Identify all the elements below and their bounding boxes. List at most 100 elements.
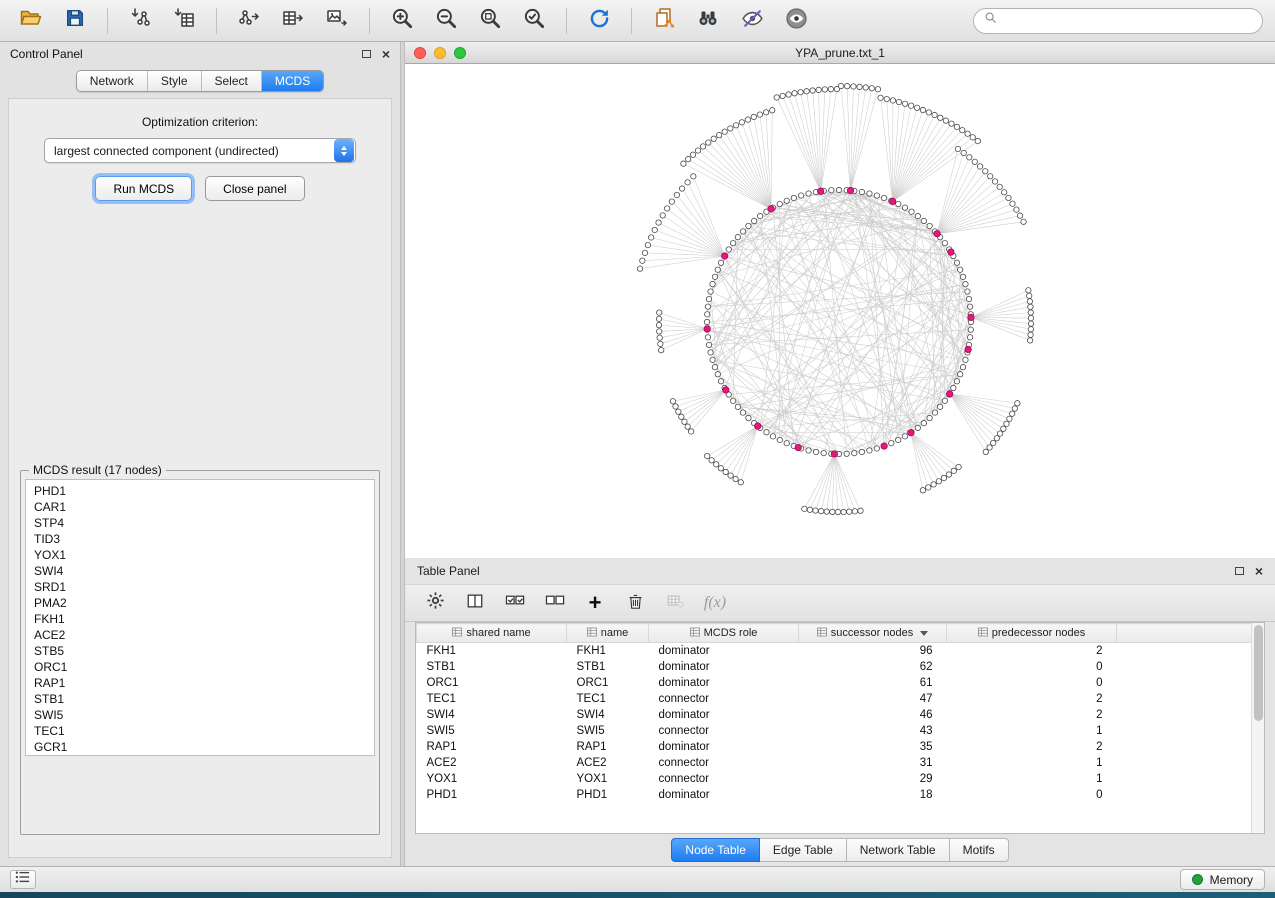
tab-select[interactable]: Select (202, 71, 262, 91)
import-table-button[interactable] (165, 5, 203, 37)
show-columns-button[interactable] (463, 590, 487, 616)
mcds-result-item[interactable]: PHD1 (26, 483, 374, 499)
table-settings-button[interactable] (423, 590, 447, 616)
mcds-result-item[interactable]: TEC1 (26, 723, 374, 739)
close-panel-button[interactable]: Close panel (205, 176, 304, 201)
table-sort-icon (587, 627, 597, 640)
memory-button[interactable]: Memory (1180, 869, 1265, 890)
run-mcds-button[interactable]: Run MCDS (95, 176, 192, 201)
cell-name: FKH1 (567, 643, 649, 659)
mcds-result-item[interactable]: ORC1 (26, 659, 374, 675)
zoom-out-button[interactable] (427, 5, 465, 37)
window-close-traffic-icon[interactable] (414, 47, 426, 59)
table-row[interactable]: SWI4SWI4dominator462 (417, 707, 1264, 723)
toolbar-separator (369, 8, 370, 34)
tab-style[interactable]: Style (148, 71, 202, 91)
mcds-result-item[interactable]: RAP1 (26, 675, 374, 691)
deselect-all-button[interactable] (543, 590, 567, 616)
export-network-button[interactable] (230, 5, 268, 37)
search-input[interactable] (1005, 14, 1252, 28)
close-table-panel-icon[interactable]: × (1255, 566, 1263, 576)
search-box[interactable] (973, 8, 1263, 34)
column-header-successor-nodes[interactable]: successor nodes (799, 624, 947, 643)
mcds-result-item[interactable]: GCR1 (26, 739, 374, 755)
mcds-result-item[interactable]: SWI5 (26, 707, 374, 723)
zoom-in-button[interactable] (383, 5, 421, 37)
task-history-button[interactable] (10, 870, 36, 889)
zoom-selected-button[interactable] (515, 5, 553, 37)
mcds-result-list[interactable]: PHD1CAR1STP4TID3YOX1SWI4SRD1PMA2FKH1ACE2… (25, 479, 375, 756)
cell-mcds_role: dominator (649, 675, 799, 691)
table-row[interactable]: ACE2ACE2connector311 (417, 755, 1264, 771)
column-header-predecessor-nodes[interactable]: predecessor nodes (947, 624, 1117, 643)
cell-predecessor_nodes: 1 (947, 755, 1117, 771)
cell-predecessor_nodes: 2 (947, 643, 1117, 659)
table-row[interactable]: FKH1FKH1dominator962 (417, 643, 1264, 659)
node-table-header-row: shared namenameMCDS rolesuccessor nodesp… (417, 624, 1264, 643)
float-table-panel-icon[interactable] (1235, 567, 1244, 575)
window-minimize-traffic-icon[interactable] (434, 47, 446, 59)
close-panel-icon[interactable]: × (382, 49, 390, 59)
float-panel-icon[interactable] (362, 50, 371, 58)
mcds-result-item[interactable]: YOX1 (26, 547, 374, 563)
mcds-result-item[interactable]: STP4 (26, 515, 374, 531)
tab-network[interactable]: Network (77, 71, 148, 91)
tab-node-table[interactable]: Node Table (671, 838, 760, 862)
select-all-button[interactable] (503, 590, 527, 616)
mcds-result-item[interactable]: PMA2 (26, 595, 374, 611)
column-header-shared-name[interactable]: shared name (417, 624, 567, 643)
cell-predecessor_nodes: 1 (947, 771, 1117, 787)
table-row[interactable]: SWI5SWI5connector431 (417, 723, 1264, 739)
add-column-button[interactable]: + (583, 590, 607, 616)
mcds-result-item[interactable]: STB5 (26, 643, 374, 659)
tab-mcds[interactable]: MCDS (262, 71, 323, 91)
tab-edge-table[interactable]: Edge Table (760, 838, 847, 862)
memory-label: Memory (1210, 873, 1253, 887)
cell-mcds_role: dominator (649, 659, 799, 675)
delete-column-button[interactable] (623, 590, 647, 616)
mcds-result-item[interactable]: SRD1 (26, 579, 374, 595)
tab-network-table[interactable]: Network Table (847, 838, 950, 862)
open-folder-button[interactable] (12, 5, 50, 37)
cell-shared_name: STB1 (417, 659, 567, 675)
table-scrollbar[interactable] (1251, 623, 1264, 833)
cell-mcds_role: dominator (649, 707, 799, 723)
copy-document-button[interactable] (645, 5, 683, 37)
show-details-button[interactable] (777, 5, 815, 37)
table-row[interactable]: TEC1TEC1connector472 (417, 691, 1264, 707)
zoom-fit-button[interactable] (471, 5, 509, 37)
mcds-result-item[interactable]: CAR1 (26, 499, 374, 515)
export-table-button[interactable] (274, 5, 312, 37)
cell-successor_nodes: 96 (799, 643, 947, 659)
table-row[interactable]: ORC1ORC1dominator610 (417, 675, 1264, 691)
hide-details-button[interactable] (733, 5, 771, 37)
export-image-button[interactable] (318, 5, 356, 37)
import-network-button[interactable] (121, 5, 159, 37)
optimization-criterion-select[interactable]: largest connected component (undirected) (44, 138, 356, 163)
mcds-result-item[interactable]: SWI4 (26, 563, 374, 579)
column-header-MCDS-role[interactable]: MCDS role (649, 624, 799, 643)
cell-predecessor_nodes: 1 (947, 723, 1117, 739)
criterion-selected-value: largest connected component (undirected) (45, 144, 334, 158)
table-row[interactable]: YOX1YOX1connector291 (417, 771, 1264, 787)
tab-motifs[interactable]: Motifs (950, 838, 1009, 862)
table-row[interactable]: RAP1RAP1dominator352 (417, 739, 1264, 755)
network-canvas[interactable] (405, 64, 1275, 558)
checked-boxes-icon (505, 591, 526, 615)
mcds-result-item[interactable]: FKH1 (26, 611, 374, 627)
refresh-view-button[interactable] (580, 5, 618, 37)
cell-filler (1117, 691, 1264, 707)
refresh-icon (587, 6, 612, 36)
window-maximize-traffic-icon[interactable] (454, 47, 466, 59)
table-scrollbar-thumb[interactable] (1254, 625, 1263, 721)
mcds-result-item[interactable]: STB1 (26, 691, 374, 707)
table-row[interactable]: PHD1PHD1dominator180 (417, 787, 1264, 803)
mcds-result-item[interactable]: TID3 (26, 531, 374, 547)
function-builder-button[interactable]: f(x) (703, 590, 727, 616)
binoculars-button[interactable] (689, 5, 727, 37)
save-session-button[interactable] (56, 5, 94, 37)
column-header-name[interactable]: name (567, 624, 649, 643)
table-row[interactable]: STB1STB1dominator620 (417, 659, 1264, 675)
table-panel: Table Panel × (405, 558, 1275, 866)
mcds-result-item[interactable]: ACE2 (26, 627, 374, 643)
